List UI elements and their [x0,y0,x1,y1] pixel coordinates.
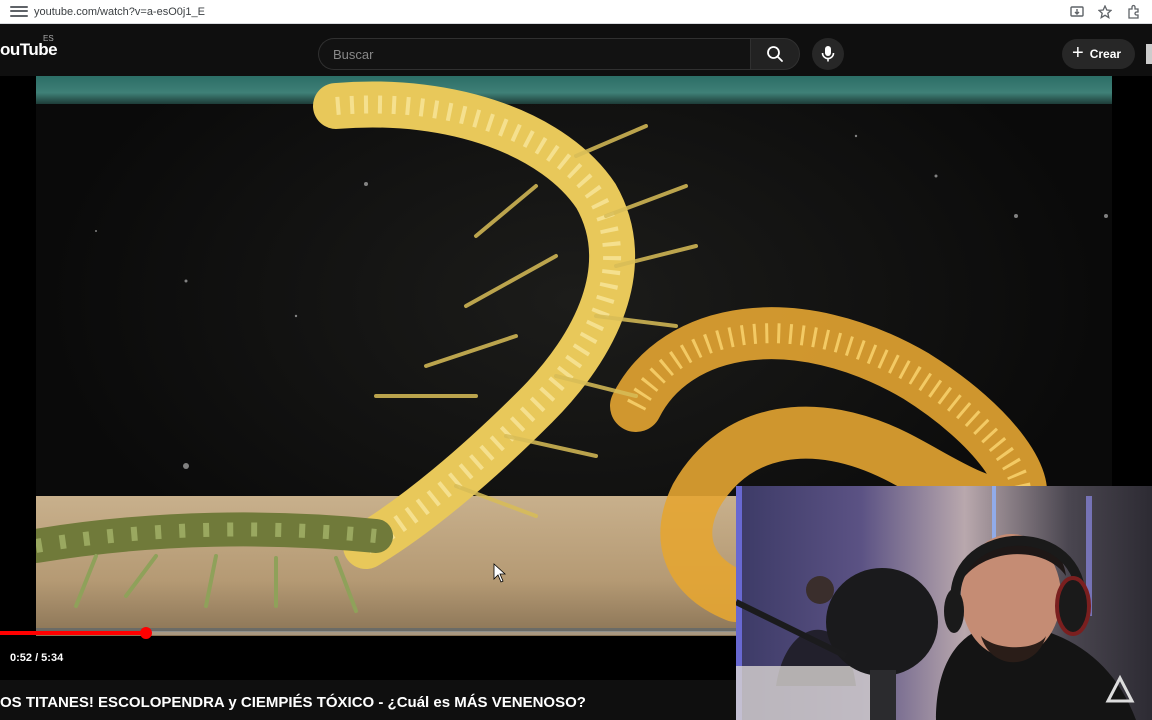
video-title: OS TITANES! ESCOLOPENDRA y CIEMPIÉS TÓXI… [0,694,586,711]
address-url[interactable]: youtube.com/watch?v=a-esO0j1_E [34,6,205,18]
search-box [318,38,750,70]
youtube-header: ouTube ES + Crear [0,24,1152,76]
bookmark-star-icon[interactable] [1098,4,1112,19]
search-button[interactable] [750,38,800,70]
progress-scrubber-handle[interactable] [140,627,152,639]
browser-address-bar: youtube.com/watch?v=a-esO0j1_E [0,0,1152,24]
microphone-icon [821,46,835,62]
notifications-icon[interactable] [1146,44,1152,64]
install-app-icon[interactable] [1070,5,1084,19]
site-settings-icon[interactable] [10,5,28,19]
plus-icon: + [1072,42,1084,64]
time-display: 0:52 / 5:34 [10,652,64,664]
webcam-overlay [736,486,1152,720]
create-label: Crear [1089,47,1122,61]
create-button[interactable]: + Crear [1062,39,1136,69]
search-input[interactable] [319,39,750,69]
progress-played [0,631,146,635]
youtube-logo[interactable]: ouTube [0,40,58,60]
voice-search-button[interactable] [812,38,844,70]
search-icon [767,46,783,62]
streamer-webcam-image [736,486,1136,720]
browser-actions [1070,4,1152,20]
region-code: ES [43,34,54,43]
extensions-icon[interactable] [1126,4,1142,20]
